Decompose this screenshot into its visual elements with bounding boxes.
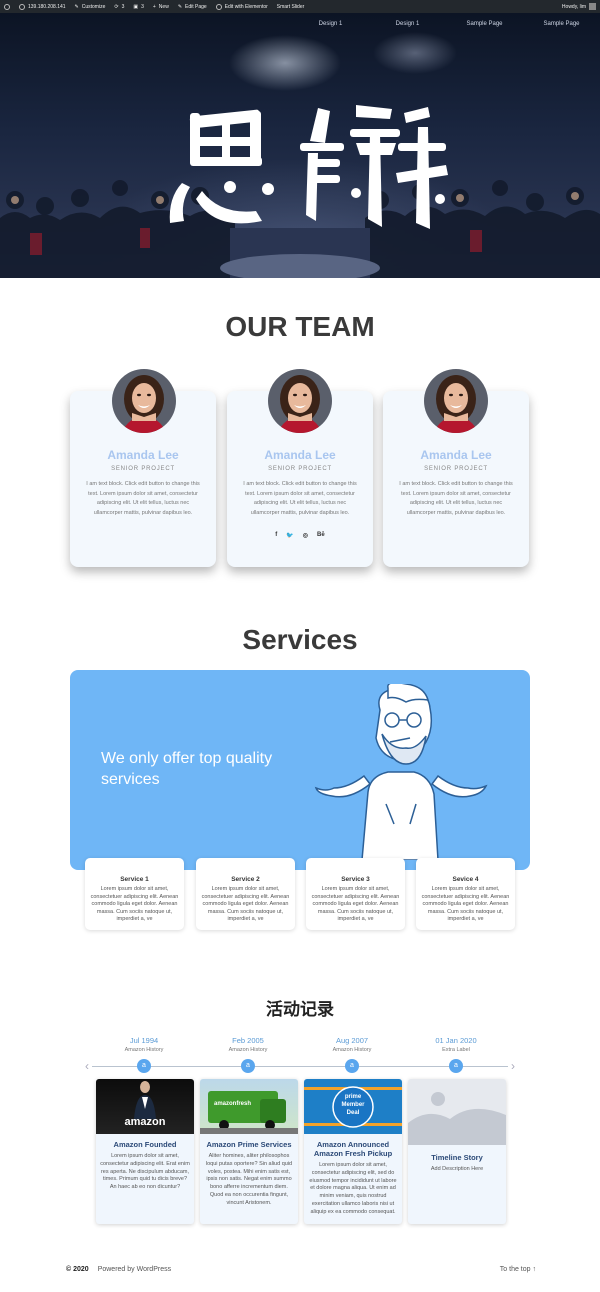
- event-title: Amazon Prime Services: [206, 1140, 292, 1149]
- comment-icon: ▣: [133, 3, 139, 10]
- member-bio: I am text block. Click edit button to ch…: [243, 481, 357, 516]
- admin-bar: 139.180.208.141 ✎ Customize ⟳ 3 ▣ 3 + New ✎ E…: [0, 0, 600, 13]
- home-icon: [19, 3, 25, 10]
- timeline-label: Amazon History: [124, 1047, 164, 1053]
- account-menu[interactable]: Howdy, lim: [562, 3, 596, 10]
- timeline-date: Feb 2005: [232, 1036, 264, 1045]
- nav-item-sample-page[interactable]: Sample Page: [446, 21, 523, 27]
- event-desc: Lorem ipsum dolor sit amet, consectetur …: [100, 1153, 190, 1191]
- service-desc: Lorem ipsum dolor sit amet, consectetuer…: [421, 886, 510, 923]
- service-desc: Lorem ipsum dolor sit amet, consectetuer…: [311, 886, 400, 923]
- avatar: [424, 369, 488, 433]
- event-image: prime Member Deal: [304, 1079, 402, 1134]
- service-title: Sevice 4: [452, 876, 479, 883]
- behance-icon[interactable]: Bē: [317, 532, 325, 539]
- timeline-track: [92, 1066, 508, 1067]
- event-desc: Add Description Here: [430, 1166, 484, 1172]
- shrugging-man-illustration: [314, 684, 488, 860]
- amazon-logo-icon[interactable]: a: [241, 1059, 255, 1073]
- copyright: © 2020: [66, 1266, 89, 1273]
- amazonfresh-wordmark: amazonfresh: [214, 1101, 252, 1107]
- facebook-icon[interactable]: f: [275, 532, 277, 539]
- twitter-icon[interactable]: 🐦: [286, 532, 293, 539]
- event-title: Amazon Announced Amazon Fresh Pickup: [313, 1140, 393, 1158]
- hero-banner: Design 1 Design 1 Sample Page Sample Pag…: [0, 13, 600, 278]
- event-title: Timeline Story: [431, 1153, 483, 1162]
- elementor-icon: [215, 3, 222, 10]
- customize-link[interactable]: ✎ Customize: [75, 4, 106, 10]
- to-top-link[interactable]: To the top ↑: [500, 1266, 536, 1273]
- amazon-wordmark: amazon: [124, 1116, 166, 1128]
- amazon-logo-icon[interactable]: a: [345, 1059, 359, 1073]
- timeline-date: Jul 1994: [129, 1036, 159, 1045]
- service-card-1: Service 1 Lorem ipsum dolor sit amet, co…: [85, 858, 184, 930]
- services-tagline: We only offer top quality services: [101, 750, 273, 788]
- main-navigation: Design 1 Design 1 Sample Page Sample Pag…: [292, 21, 600, 27]
- service-card-4: Sevice 4 Lorem ipsum dolor sit amet, con…: [416, 858, 515, 930]
- member-role: SENIOR PROJECT: [268, 466, 332, 472]
- timeline-card-3: prime Member Deal Amazon Announced Amazo…: [304, 1079, 402, 1224]
- timeline-label: Amazon History: [332, 1047, 372, 1053]
- event-image: amazon: [96, 1079, 194, 1134]
- service-title: Service 2: [231, 876, 260, 883]
- services-heading: Services: [242, 624, 358, 655]
- nav-item-design-1-alt[interactable]: Design 1: [369, 21, 446, 27]
- smart-slider-link[interactable]: Smart Slider: [277, 4, 305, 10]
- member-bio: I am text block. Click edit button to ch…: [399, 481, 513, 516]
- service-desc: Lorem ipsum dolor sit amet, consectetuer…: [201, 886, 290, 923]
- event-image: amazonfresh: [200, 1079, 298, 1134]
- dribbble-icon[interactable]: ◎: [303, 532, 308, 539]
- avatar: [112, 369, 176, 433]
- service-title: Service 3: [341, 876, 370, 883]
- timeline-heading: 活动记录: [266, 1000, 334, 1019]
- service-desc: Lorem ipsum dolor sit amet, consectetuer…: [90, 886, 179, 923]
- edit-elementor-link[interactable]: Edit with Elementor: [215, 3, 268, 10]
- service-title: Service 1: [120, 876, 149, 883]
- timeline-date: 01 Jan 2020: [435, 1036, 477, 1045]
- timeline-date: Aug 2007: [335, 1036, 369, 1045]
- updates-link[interactable]: ⟳ 3: [114, 4, 124, 10]
- new-content-link[interactable]: + New: [153, 4, 169, 10]
- service-card-2: Service 2 Lorem ipsum dolor sit amet, co…: [196, 858, 295, 930]
- placeholder-image-icon: [408, 1079, 506, 1145]
- event-title: Amazon Founded: [113, 1140, 177, 1149]
- hero-calligraphy-logo: [169, 105, 448, 229]
- member-bio: I am text block. Click edit button to ch…: [86, 481, 200, 516]
- site-footer: © 2020 Powered by WordPress To the top ↑: [66, 1266, 536, 1273]
- member-role: SENIOR PROJECT: [424, 466, 488, 472]
- pencil-icon: ✎: [177, 3, 183, 10]
- wordpress-icon: [4, 3, 10, 10]
- powered-by-link[interactable]: Powered by WordPress: [98, 1266, 171, 1273]
- social-links: f 🐦 ◎ Bē: [227, 532, 373, 539]
- event-desc: Lorem ipsum dolor sit amet, consectetur …: [309, 1162, 397, 1215]
- member-name: Amanda Lee: [264, 448, 336, 462]
- wordpress-menu[interactable]: [4, 3, 10, 10]
- user-avatar-icon: [589, 3, 596, 10]
- timeline-label: Extra Label: [442, 1047, 470, 1053]
- member-name: Amanda Lee: [107, 448, 179, 462]
- edit-page-link[interactable]: ✎ Edit Page: [178, 4, 207, 10]
- amazon-logo-icon[interactable]: a: [449, 1059, 463, 1073]
- team-heading: OUR TEAM: [225, 311, 375, 342]
- amazon-logo-icon[interactable]: a: [137, 1059, 151, 1073]
- member-name: Amanda Lee: [420, 448, 492, 462]
- timeline-card-4: Timeline Story Add Description Here: [408, 1079, 506, 1224]
- nav-item-sample-page-alt[interactable]: Sample Page: [523, 21, 600, 27]
- timeline-card-1: amazon Amazon Founded Lorem ipsum dolor …: [96, 1079, 194, 1224]
- timeline-label: Amazon History: [228, 1047, 268, 1053]
- refresh-icon: ⟳: [114, 3, 119, 10]
- timeline-card-2: amazonfresh Amazon Prime Services Aliter…: [200, 1079, 298, 1224]
- comments-link[interactable]: ▣ 3: [133, 4, 144, 10]
- member-role: SENIOR PROJECT: [111, 466, 175, 472]
- site-name-link[interactable]: 139.180.208.141: [19, 3, 66, 10]
- chevron-left-icon[interactable]: ‹: [82, 1059, 92, 1073]
- chevron-right-icon[interactable]: ›: [508, 1059, 518, 1073]
- event-desc: Aliter homines, aliter philosophos loqui…: [205, 1153, 293, 1206]
- plus-icon: +: [152, 3, 156, 10]
- prime-member-deal-badge: prime Member Deal: [341, 1094, 365, 1116]
- nav-item-design-1[interactable]: Design 1: [292, 21, 369, 27]
- brush-icon: ✎: [74, 3, 79, 10]
- avatar: [268, 369, 332, 433]
- service-card-3: Service 3 Lorem ipsum dolor sit amet, co…: [306, 858, 405, 930]
